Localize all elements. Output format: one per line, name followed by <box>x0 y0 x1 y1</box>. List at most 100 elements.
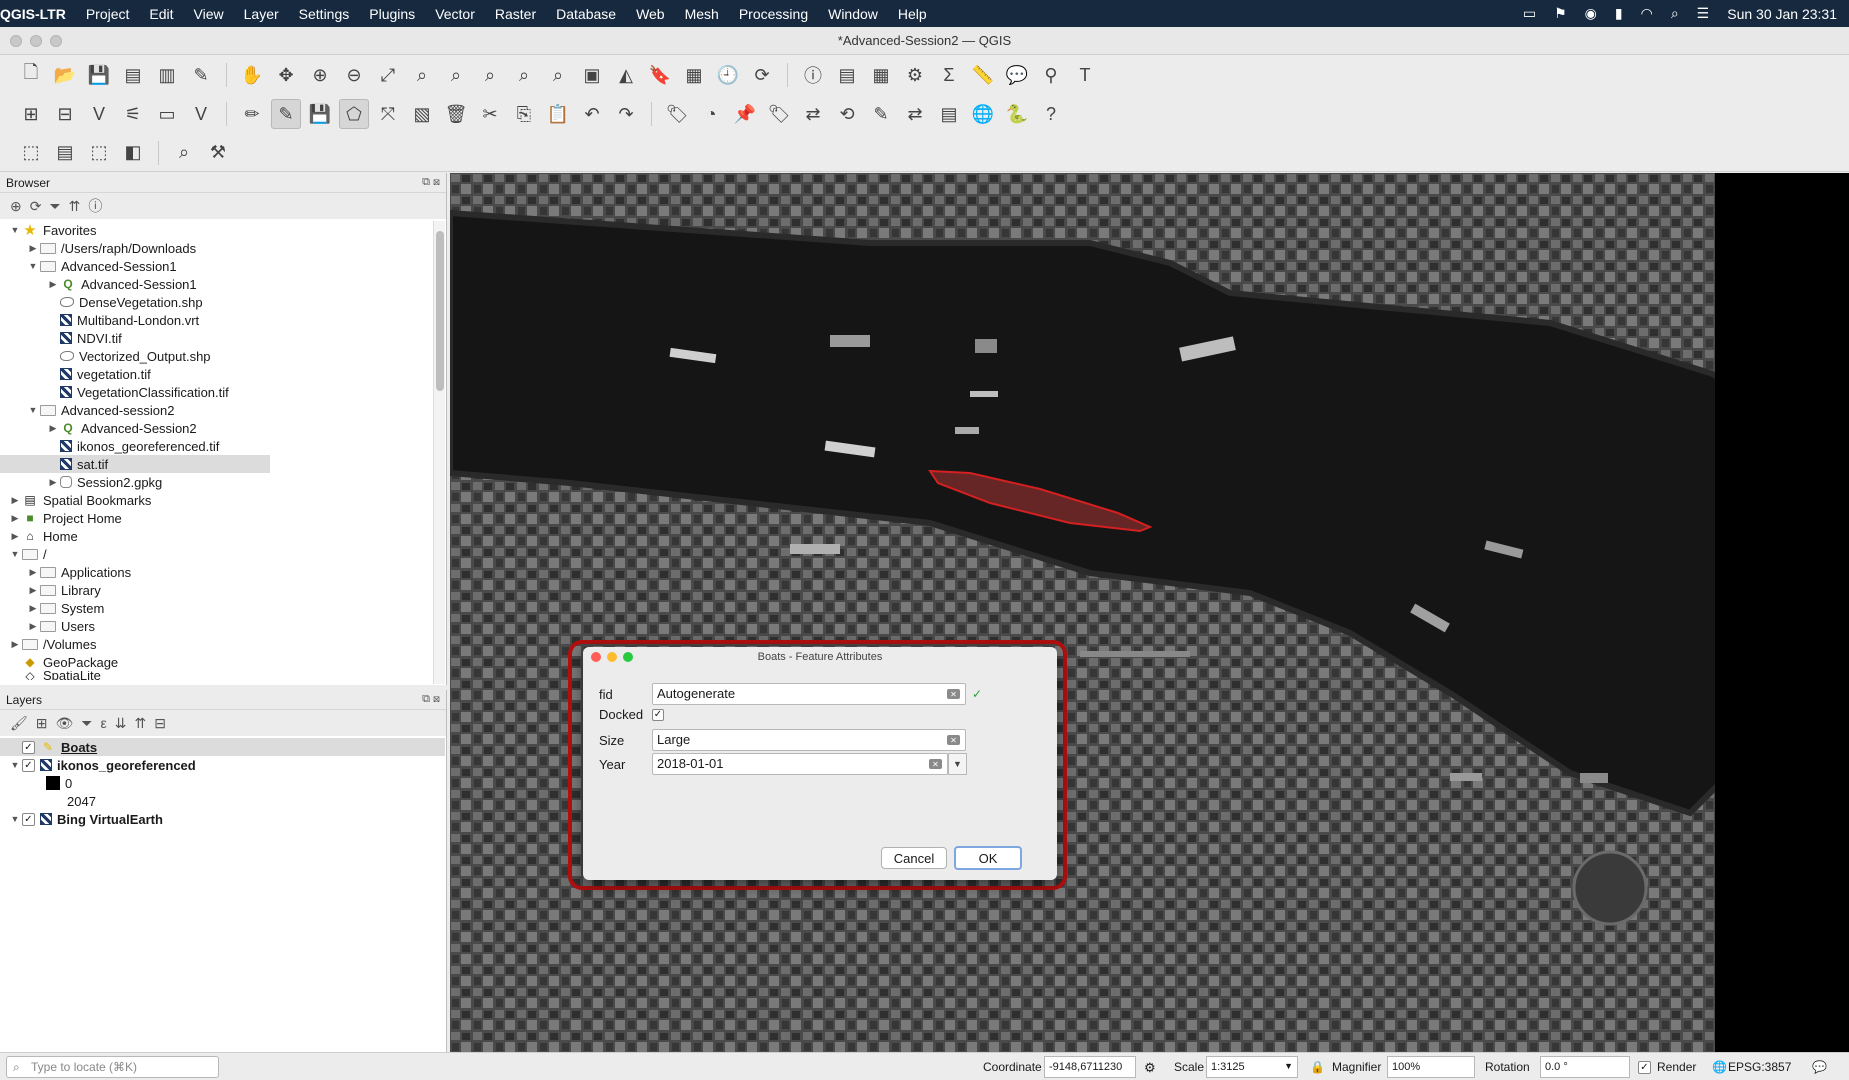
tree-item-densevegetation[interactable]: DenseVegetation.shp <box>0 293 446 311</box>
collapsed-arrow-icon[interactable]: ▶ <box>26 621 40 632</box>
delete-selected-icon[interactable]: 🗑 <box>441 99 471 129</box>
tree-item-spatial-bookmarks[interactable]: ▶ ▤ Spatial Bookmarks <box>0 491 446 509</box>
crs-globe-icon[interactable]: 🌐 <box>1712 1060 1727 1074</box>
tree-item-advanced-session2-project[interactable]: ▶ Q Advanced-Session2 <box>0 419 446 437</box>
cancel-button[interactable]: Cancel <box>881 847 947 869</box>
menu-settings[interactable]: Settings <box>289 6 360 22</box>
collapse-all-icon[interactable]: ⇈ <box>134 715 146 732</box>
layer-styling-icon[interactable]: 🖌 <box>10 715 28 732</box>
statistics-icon[interactable]: Σ <box>934 60 964 90</box>
crs-button[interactable]: EPSG:3857 <box>1728 1060 1791 1074</box>
new-geopackage-layer-icon[interactable]: ⊟ <box>50 99 80 129</box>
layer-visibility-checkbox[interactable]: ✓ <box>22 740 35 754</box>
tree-item-geopackage[interactable]: ◆ GeoPackage <box>0 653 446 671</box>
layer-bing-virtualearth[interactable]: ▼ ✓ Bing VirtualEarth <box>0 810 446 828</box>
coordinate-field[interactable]: -9148,6711230 <box>1044 1056 1136 1078</box>
zoom-next-icon[interactable]: ⌕ <box>543 60 573 90</box>
zoom-in-icon[interactable]: ⊕ <box>305 60 335 90</box>
collapsed-arrow-icon[interactable]: ▶ <box>46 423 60 434</box>
expanded-arrow-icon[interactable]: ▼ <box>26 405 40 415</box>
locator-search-input[interactable]: ⌕ Type to locate (⌘K) <box>6 1056 219 1078</box>
menu-plugins[interactable]: Plugins <box>359 6 425 22</box>
processing-toolbox-icon[interactable]: ⚙ <box>900 60 930 90</box>
zoom-selection-icon[interactable]: ⌕ <box>407 60 437 90</box>
new-map-view-icon[interactable]: ▣ <box>577 60 607 90</box>
dialog-zoom-button[interactable] <box>623 652 633 662</box>
menu-window[interactable]: Window <box>818 6 888 22</box>
magnifier-spinbox[interactable]: 100% <box>1387 1056 1475 1078</box>
tree-item-session2-gpkg[interactable]: ▶ Session2.gpkg <box>0 473 446 491</box>
measure-icon[interactable]: 📏 <box>968 60 998 90</box>
tree-item-vegetation[interactable]: vegetation.tif <box>0 365 446 383</box>
zoom-last-icon[interactable]: ⌕ <box>509 60 539 90</box>
scrollbar-thumb[interactable] <box>436 231 444 391</box>
tree-item-multiband-london[interactable]: Multiband-London.vrt <box>0 311 446 329</box>
collapse-all-icon[interactable]: ⇈ <box>69 198 81 215</box>
cut-features-icon[interactable]: ✂ <box>475 99 505 129</box>
field-calculator-icon[interactable]: ▦ <box>866 60 896 90</box>
new-shapefile-layer-icon[interactable]: V <box>84 99 114 129</box>
app-menu[interactable]: QGIS-LTR <box>0 6 76 22</box>
lock-scale-icon[interactable]: 🔒 <box>1310 1060 1325 1074</box>
add-layer-icon[interactable]: ⊕ <box>10 198 22 215</box>
tree-item-system[interactable]: ▶ System <box>0 599 446 617</box>
open-project-icon[interactable]: 📂 <box>50 60 80 90</box>
pan-to-selection-icon[interactable]: ✥ <box>271 60 301 90</box>
georeferencer-icon[interactable]: ⚒ <box>203 138 233 168</box>
layer-boats[interactable]: ✓ ✎ Boats <box>0 738 445 756</box>
map-tips-icon[interactable]: 💬 <box>1002 60 1032 90</box>
manage-visibility-icon[interactable]: 👁 <box>56 715 74 732</box>
expanded-arrow-icon[interactable]: ▼ <box>26 261 40 271</box>
identify-icon[interactable]: ⓘ <box>798 60 828 90</box>
flag-icon[interactable]: ⚑ <box>1554 5 1567 22</box>
menu-database[interactable]: Database <box>546 6 626 22</box>
messages-icon[interactable]: 💬 <box>1812 1060 1827 1074</box>
tree-item-ikonos-georeferenced[interactable]: ikonos_georeferenced.tif <box>0 437 446 455</box>
add-group-icon[interactable]: ⊞ <box>36 715 48 732</box>
menu-layer[interactable]: Layer <box>234 6 289 22</box>
change-label-icon[interactable]: ✎ <box>866 99 896 129</box>
new-bookmark-icon[interactable]: 🔖 <box>645 60 675 90</box>
text-annotation-icon[interactable]: T <box>1070 60 1100 90</box>
rotate-label-icon[interactable]: ⟲ <box>832 99 862 129</box>
move-label-icon[interactable]: ⇄ <box>798 99 828 129</box>
tree-item-sat-selected[interactable]: sat.tif <box>0 455 270 473</box>
panel-float-close-icon[interactable]: ⧉ ⊠ <box>422 176 440 189</box>
attribute-table-icon[interactable]: ▤ <box>832 60 862 90</box>
map-canvas[interactable] <box>450 173 1849 1052</box>
data-source-manager-icon[interactable]: ⊞ <box>16 99 46 129</box>
menu-raster[interactable]: Raster <box>485 6 546 22</box>
tree-item-advanced-session1-folder[interactable]: ▼ Advanced-Session1 <box>0 257 446 275</box>
select-by-value-icon[interactable]: ▤ <box>50 138 80 168</box>
menu-web[interactable]: Web <box>626 6 675 22</box>
scale-combo[interactable]: 1:3125 ▼ <box>1206 1056 1298 1078</box>
dialog-close-button[interactable] <box>591 652 601 662</box>
tree-item-advanced-session2-folder[interactable]: ▼ Advanced-session2 <box>0 401 446 419</box>
save-edits-icon[interactable]: 💾 <box>305 99 335 129</box>
layout-manager-icon[interactable]: ▥ <box>152 60 182 90</box>
menu-vector[interactable]: Vector <box>425 6 485 22</box>
tree-item-spatialite[interactable]: ◇ SpatiaLite <box>0 671 446 680</box>
fid-input[interactable]: Autogenerate ✕ <box>652 683 966 705</box>
virtual-layer-icon[interactable]: V <box>186 99 216 129</box>
label-tool-icon[interactable]: 🏷 <box>662 99 692 129</box>
style-manager-icon[interactable]: ✎ <box>186 60 216 90</box>
clear-field-icon[interactable]: ✕ <box>947 735 960 745</box>
menu-project[interactable]: Project <box>76 6 140 22</box>
pin-labels-icon[interactable]: 📌 <box>730 99 760 129</box>
tree-item-favorites[interactable]: ▼ ★ Favorites <box>0 221 446 239</box>
expanded-arrow-icon[interactable]: ▼ <box>8 549 22 559</box>
remove-layer-icon[interactable]: ⊟ <box>154 715 166 732</box>
layer-ikonos-georeferenced[interactable]: ▼ ✓ ikonos_georeferenced <box>0 756 446 774</box>
collapsed-arrow-icon[interactable]: ▶ <box>46 279 60 290</box>
collapsed-arrow-icon[interactable]: ▶ <box>26 243 40 254</box>
new-spatialite-layer-icon[interactable]: ⚟ <box>118 99 148 129</box>
globe-icon[interactable]: 🌐 <box>968 99 998 129</box>
move-diagram-icon[interactable]: ⇄ <box>900 99 930 129</box>
clear-field-icon[interactable]: ✕ <box>947 689 960 699</box>
tree-item-downloads[interactable]: ▶ /Users/raph/Downloads <box>0 239 446 257</box>
collapsed-arrow-icon[interactable]: ▶ <box>8 495 22 506</box>
copy-features-icon[interactable]: ⎘ <box>509 99 539 129</box>
clock[interactable]: Sun 30 Jan 23:31 <box>1727 6 1837 22</box>
control-center-icon[interactable]: ☰ <box>1697 5 1710 22</box>
